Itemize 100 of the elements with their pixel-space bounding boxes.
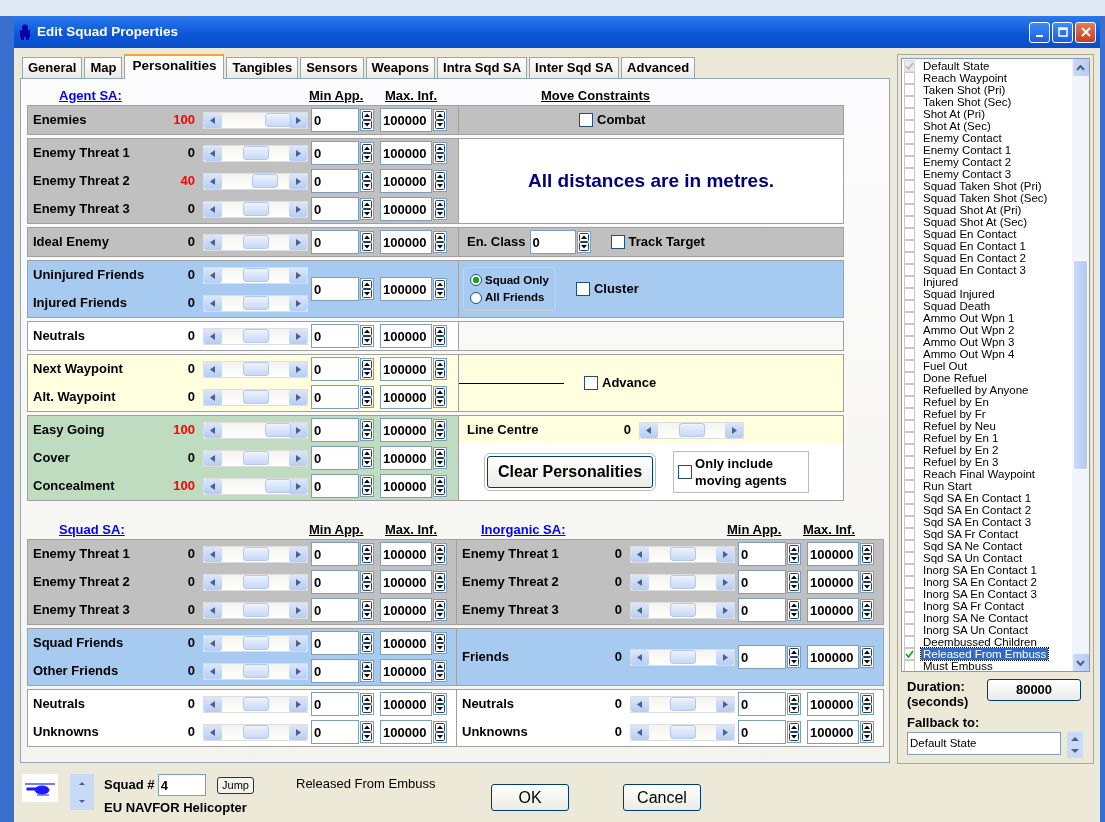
spin-button[interactable]: [787, 543, 801, 565]
list-item[interactable]: Squad Taken Shot (Pri): [921, 180, 1044, 192]
scroll-right-button[interactable]: [289, 450, 307, 466]
scroll-left-button[interactable]: [631, 546, 649, 562]
slider[interactable]: [203, 327, 308, 345]
spin-button[interactable]: [787, 599, 801, 621]
spin-button[interactable]: [433, 278, 447, 300]
checkbox[interactable]: [904, 540, 915, 552]
checkbox[interactable]: [904, 504, 915, 516]
spin-button[interactable]: [360, 386, 374, 408]
list-item[interactable]: Squad Injured: [921, 288, 997, 300]
number-field[interactable]: 100000: [807, 598, 859, 622]
scroll-right-button[interactable]: [289, 478, 307, 494]
slider-thumb[interactable]: [669, 574, 696, 589]
spin-button[interactable]: [360, 231, 374, 253]
scroll-left-button[interactable]: [631, 696, 649, 712]
jump-button[interactable]: Jump: [217, 776, 254, 794]
checkbox[interactable]: [904, 516, 915, 528]
number-field[interactable]: 100000: [380, 570, 432, 594]
number-field[interactable]: 0: [311, 197, 359, 221]
slider[interactable]: [203, 388, 308, 406]
list-item[interactable]: Deembussed Children: [921, 636, 1039, 648]
slider-thumb[interactable]: [242, 602, 269, 617]
spin-button[interactable]: [360, 419, 374, 441]
scroll-right-button[interactable]: [289, 696, 307, 712]
spin-button[interactable]: [433, 325, 447, 347]
scroll-right-button[interactable]: [716, 649, 734, 665]
spin-button[interactable]: [360, 325, 374, 347]
slider-thumb[interactable]: [669, 602, 696, 617]
tab[interactable]: General: [22, 57, 83, 78]
tab[interactable]: Sensors: [300, 57, 364, 78]
scroll-left-button[interactable]: [204, 267, 222, 283]
spin-button[interactable]: [860, 543, 874, 565]
scroll-right-button[interactable]: [289, 574, 307, 590]
spin-button[interactable]: [433, 721, 447, 743]
slider[interactable]: [203, 634, 308, 652]
clear-button[interactable]: Clear Personalities: [487, 456, 654, 488]
slider[interactable]: [203, 111, 308, 129]
slider-thumb[interactable]: [678, 422, 705, 437]
list-item[interactable]: Refuel by En 1: [921, 432, 1001, 444]
slider-thumb[interactable]: [242, 574, 269, 589]
number-field[interactable]: 100000: [807, 570, 859, 594]
slider-thumb[interactable]: [669, 696, 696, 711]
list-item[interactable]: Ammo Out Wpn 2: [921, 324, 1017, 336]
spin-button[interactable]: [360, 721, 374, 743]
checkbox[interactable]: [904, 204, 915, 216]
slider-thumb[interactable]: [669, 649, 696, 664]
scroll-left-button[interactable]: [204, 422, 222, 438]
number-field[interactable]: 0: [738, 570, 786, 594]
slider[interactable]: [203, 266, 308, 284]
checkbox[interactable]: [904, 168, 915, 180]
list-item[interactable]: Fuel Out: [921, 360, 970, 372]
scroll-right-button[interactable]: [716, 696, 734, 712]
slider-thumb[interactable]: [242, 361, 269, 376]
scroll-left-button[interactable]: [204, 663, 222, 679]
checkbox[interactable]: [904, 180, 915, 192]
slider-thumb[interactable]: [242, 724, 269, 739]
checkbox[interactable]: [904, 228, 915, 240]
checkbox[interactable]: [904, 336, 915, 348]
list-item[interactable]: Reach Waypoint: [921, 72, 1009, 84]
slider-thumb[interactable]: [265, 478, 292, 493]
list-item[interactable]: Reach Final Waypoint: [921, 468, 1038, 480]
checkbox[interactable]: [904, 456, 915, 468]
number-field[interactable]: 0: [529, 230, 576, 254]
checkbox[interactable]: [904, 240, 915, 252]
scroll-right-button[interactable]: [289, 173, 307, 189]
scroll-left-button[interactable]: [204, 602, 222, 618]
number-field[interactable]: 0: [311, 385, 359, 409]
checkbox[interactable]: [904, 624, 915, 636]
slider[interactable]: [639, 421, 744, 439]
tab[interactable]: Weapons: [365, 57, 436, 78]
checkbox[interactable]: [904, 156, 915, 168]
slider-thumb[interactable]: [251, 173, 278, 188]
checkbox[interactable]: [904, 96, 915, 108]
list-item[interactable]: Squad Shot At (Pri): [921, 204, 1024, 216]
number-field[interactable]: 0: [311, 720, 359, 744]
number-field[interactable]: 0: [311, 357, 359, 381]
number-field[interactable]: 0: [311, 474, 359, 498]
scroll-right-button[interactable]: [289, 328, 307, 344]
spin-button[interactable]: [433, 170, 447, 192]
list-item[interactable]: Enemy Contact 2: [921, 156, 1014, 168]
scroll-left-button[interactable]: [631, 602, 649, 618]
scroll-left-button[interactable]: [631, 574, 649, 590]
slider-thumb[interactable]: [242, 234, 269, 249]
spin-button[interactable]: [360, 571, 374, 593]
spin-button[interactable]: [433, 419, 447, 441]
slider[interactable]: [203, 662, 308, 680]
checkbox[interactable]: [904, 252, 915, 264]
spin-button[interactable]: [360, 198, 374, 220]
scroll-left-button[interactable]: [204, 546, 222, 562]
scroll-left-button[interactable]: [204, 295, 222, 311]
scroll-right-button[interactable]: [289, 201, 307, 217]
checkbox[interactable]: [904, 300, 915, 312]
spin-button[interactable]: [787, 646, 801, 668]
number-field[interactable]: 100000: [380, 230, 432, 254]
checkbox[interactable]: [904, 600, 915, 612]
slider[interactable]: [203, 172, 308, 190]
spin-button[interactable]: [360, 447, 374, 469]
slider[interactable]: [203, 545, 308, 563]
list-item[interactable]: Shot At (Sec): [921, 120, 993, 132]
